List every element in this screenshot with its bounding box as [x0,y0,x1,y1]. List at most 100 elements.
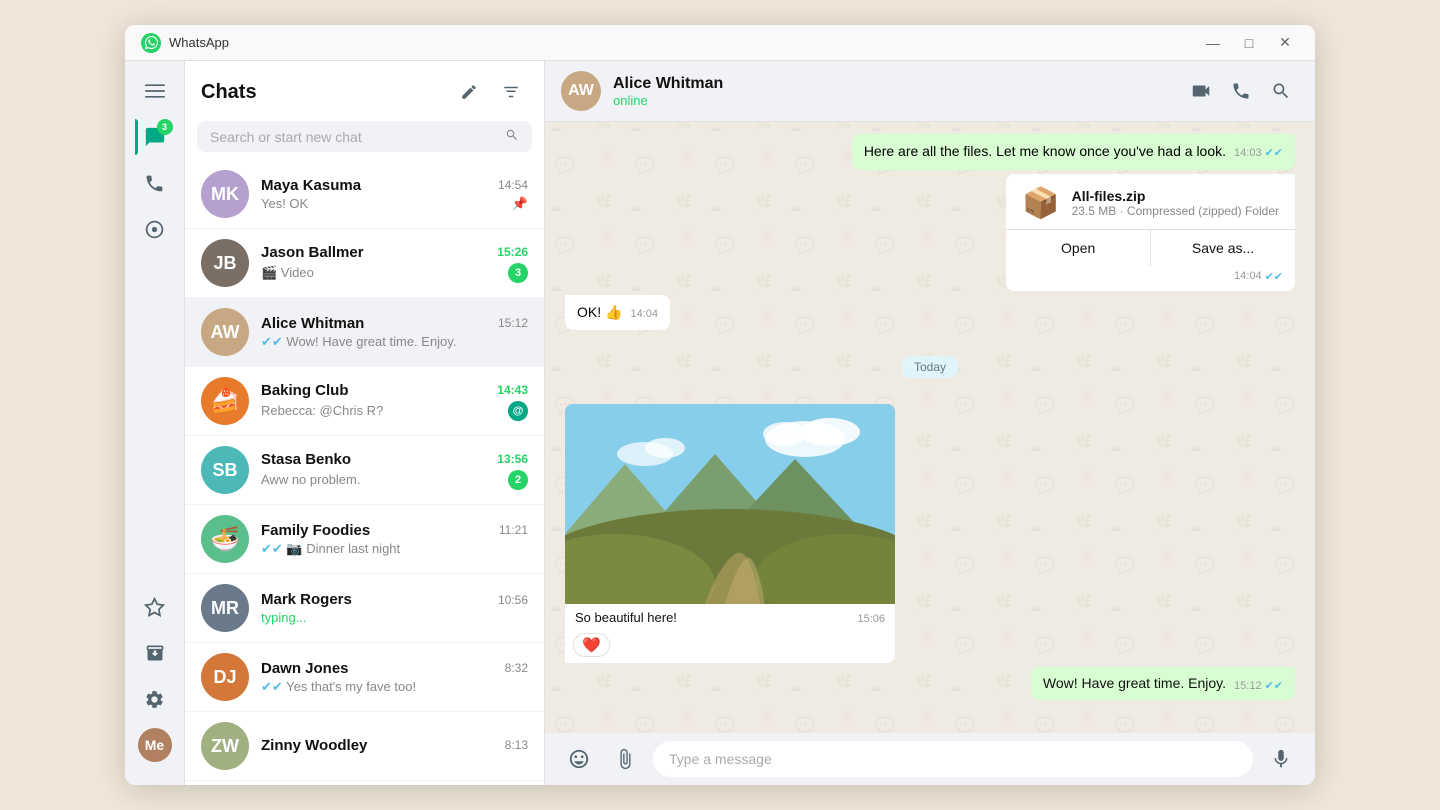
message-row-4: So beautiful here! 15:06 ❤️ [565,404,1295,663]
chat-info-jason: Jason Ballmer 15:26 🎬 Video 3 [261,244,528,283]
chat-item-dawn[interactable]: DJ Dawn Jones 8:32 ✔✔ Yes that's my fave… [185,643,544,712]
zip-icon: 📦 [1022,186,1059,221]
message-input[interactable] [653,741,1253,777]
search-chat-button[interactable] [1263,73,1299,109]
file-bubble: 📦 All-files.zip 23.5 MB · Compressed (zi… [1006,174,1295,291]
chat-avatar-family: 🍜 [201,515,249,563]
message-time-5: 15:12 ✔✔ [1234,679,1283,692]
sidebar-chats[interactable]: 3 [135,117,175,157]
file-info: All-files.zip 23.5 MB · Compressed (zipp… [1072,188,1279,218]
sidebar-calls[interactable] [135,163,175,203]
save-file-button[interactable]: Save as... [1150,230,1295,266]
voice-call-button[interactable] [1223,73,1259,109]
chat-item-mark[interactable]: MR Mark Rogers 10:56 typing... [185,574,544,643]
file-bubble-top: 📦 All-files.zip 23.5 MB · Compressed (zi… [1006,174,1295,229]
maximize-button[interactable]: □ [1235,29,1263,57]
chat-avatar-baking: 🍰 [201,377,249,425]
chat-header: AW Alice Whitman online [545,61,1315,122]
message-row-5: Wow! Have great time. Enjoy. 15:12 ✔✔ [565,667,1295,700]
sidebar-archive[interactable] [135,633,175,673]
chat-item-alice[interactable]: AW Alice Whitman 15:12 ✔✔ Wow! Have grea… [185,298,544,367]
attach-button[interactable] [607,741,643,777]
emoji-button[interactable] [561,741,597,777]
chat-info-dawn: Dawn Jones 8:32 ✔✔ Yes that's my fave to… [261,660,528,695]
chat-item-baking[interactable]: 🍰 Baking Club 14:43 Rebecca: @Chris R? @ [185,367,544,436]
chat-item-maya[interactable]: MK Maya Kasuma 14:54 Yes! OK 📌 [185,160,544,229]
message-row-3: OK! 👍 14:04 [565,295,1295,331]
contact-avatar[interactable]: AW [561,71,601,111]
chat-info-baking: Baking Club 14:43 Rebecca: @Chris R? @ [261,382,528,421]
input-bar [545,733,1315,785]
window-controls: — □ ✕ [1199,29,1299,57]
chat-header-info: Alice Whitman online [613,75,1183,108]
message-time-1: 14:03 ✔✔ [1234,146,1283,161]
search-icon [505,128,519,145]
chat-item-family[interactable]: 🍜 Family Foodies 11:21 ✔✔ 📷 Dinner last … [185,505,544,574]
contact-name: Alice Whitman [613,75,1183,93]
video-call-button[interactable] [1183,73,1219,109]
chat-info-stasa: Stasa Benko 13:56 Aww no problem. 2 [261,451,528,490]
chat-list-header: Chats [185,61,544,117]
chats-badge: 3 [157,119,173,135]
chat-info-maya: Maya Kasuma 14:54 Yes! OK 📌 [261,177,528,212]
image-caption: So beautiful here! 15:06 [565,604,895,631]
chat-info-family: Family Foodies 11:21 ✔✔ 📷 Dinner last ni… [261,522,528,557]
filter-button[interactable] [494,75,528,109]
check-icon-2: ✔✔ [1265,270,1283,283]
date-divider-row: Today [565,344,1295,390]
chat-avatar-jason: JB [201,239,249,287]
chat-avatar-mark: MR [201,584,249,632]
whatsapp-logo [141,33,161,53]
chat-avatar-dawn: DJ [201,653,249,701]
check-icon-5: ✔✔ [1265,679,1283,692]
new-chat-button[interactable] [452,75,486,109]
chat-item-jason[interactable]: JB Jason Ballmer 15:26 🎬 Video 3 [185,229,544,298]
chat-avatar-maya: MK [201,170,249,218]
chat-item-stasa[interactable]: SB Stasa Benko 13:56 Aww no problem. 2 [185,436,544,505]
chat-list-title: Chats [201,81,257,104]
image-reaction: ❤️ [565,631,895,663]
sidebar: 3 [125,61,185,785]
date-divider: Today [902,356,958,378]
app-window: WhatsApp — □ ✕ 3 [125,25,1315,785]
chat-avatar-zinny: ZW [201,722,249,770]
message-bubble-1: Here are all the files. Let me know once… [852,134,1295,170]
image-bubble: So beautiful here! 15:06 ❤️ [565,404,895,663]
unread-badge-stasa: 2 [508,470,528,490]
chat-avatar-stasa: SB [201,446,249,494]
chat-info-mark: Mark Rogers 10:56 typing... [261,591,528,625]
chat-header-actions [1183,73,1299,109]
sidebar-status[interactable] [135,209,175,249]
chat-list-header-icons [452,75,528,109]
image-placeholder [565,404,895,604]
file-actions: Open Save as... [1006,229,1295,266]
message-bubble-3: OK! 👍 14:04 [565,295,670,331]
chat-items: MK Maya Kasuma 14:54 Yes! OK 📌 J [185,160,544,785]
close-button[interactable]: ✕ [1271,29,1299,57]
chat-item-zinny[interactable]: ZW Zinny Woodley 8:13 [185,712,544,781]
minimize-button[interactable]: — [1199,29,1227,57]
search-bar [197,121,532,152]
sidebar-menu[interactable] [135,71,175,111]
message-text-5: Wow! Have great time. Enjoy. [1043,675,1226,691]
search-input[interactable] [210,129,505,145]
file-meta: 23.5 MB · Compressed (zipped) Folder [1072,204,1279,218]
pin-icon: 📌 [512,196,528,212]
messages-area: Here are all the files. Let me know once… [545,122,1315,733]
sidebar-settings[interactable] [135,679,175,719]
image-caption-time: 15:06 [857,613,885,625]
user-avatar[interactable]: Me [135,725,175,765]
file-name: All-files.zip [1072,188,1279,204]
voice-message-button[interactable] [1263,741,1299,777]
contact-status: online [613,93,1183,108]
message-row-1: Here are all the files. Let me know once… [565,134,1295,170]
app-body: 3 [125,61,1315,785]
open-file-button[interactable]: Open [1006,230,1150,266]
image-caption-text: So beautiful here! [575,610,677,625]
reaction-heart: ❤️ [573,633,610,657]
message-time-3: 14:04 [630,307,658,322]
sidebar-starred[interactable] [135,587,175,627]
chat-list-panel: Chats MK [185,61,545,785]
unread-badge-jason: 3 [508,263,528,283]
message-bubble-5: Wow! Have great time. Enjoy. 15:12 ✔✔ [1031,667,1295,700]
